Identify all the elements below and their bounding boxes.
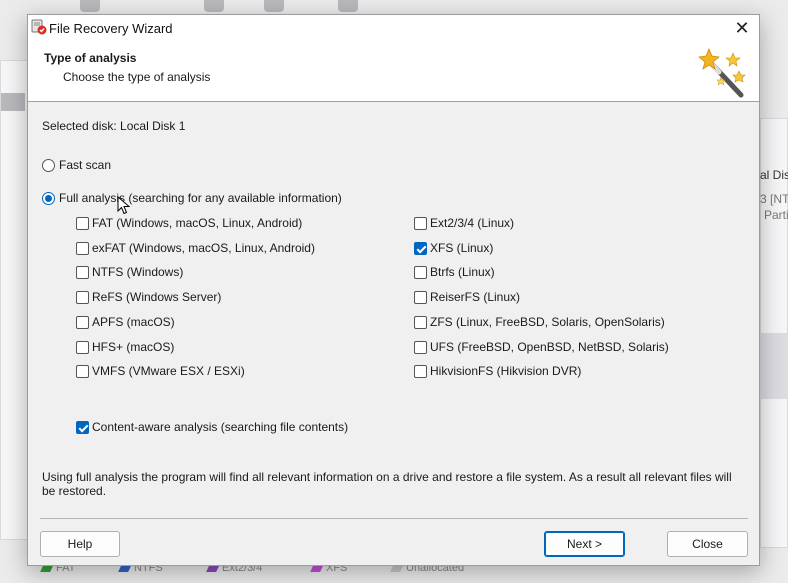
- checkbox-label: FAT (Windows, macOS, Linux, Android): [92, 216, 303, 230]
- drive-icon: [80, 0, 100, 12]
- checkbox-zfs[interactable]: ZFS (Linux, FreeBSD, Solaris, OpenSolari…: [414, 315, 665, 329]
- checkbox-exfat[interactable]: exFAT (Windows, macOS, Linux, Android): [76, 241, 315, 255]
- page-title: Type of analysis: [44, 51, 137, 65]
- checkbox[interactable]: [76, 364, 89, 378]
- checkbox-label: Btrfs (Linux): [430, 265, 495, 279]
- background-selected-item: [1, 93, 25, 111]
- background-left-panel: [0, 60, 30, 540]
- background-right-panel: [760, 118, 788, 548]
- wizard-header: Type of analysis Choose the type of anal…: [28, 41, 759, 102]
- checkbox-checked[interactable]: [76, 420, 89, 434]
- checkbox-ntfs[interactable]: NTFS (Windows): [76, 265, 183, 279]
- checkbox-label: UFS (FreeBSD, OpenBSD, NetBSD, Solaris): [430, 340, 669, 354]
- background-disk-partition: Parti: [764, 208, 788, 222]
- drive-icon: [338, 0, 358, 12]
- analysis-description: Using full analysis the program will fin…: [42, 470, 732, 498]
- checkbox-label: NTFS (Windows): [92, 265, 184, 279]
- checkbox-label: ZFS (Linux, FreeBSD, Solaris, OpenSolari…: [430, 315, 665, 329]
- checkbox[interactable]: [414, 340, 427, 354]
- checkbox[interactable]: [76, 241, 89, 255]
- checkbox-label: HFS+ (macOS): [92, 340, 175, 354]
- checkbox[interactable]: [76, 265, 89, 279]
- drive-icon: [264, 0, 284, 12]
- window-title: File Recovery Wizard: [49, 21, 173, 36]
- magic-wand-icon: [698, 47, 746, 98]
- checkbox-label: HikvisionFS (Hikvision DVR): [430, 364, 582, 378]
- close-icon: ✕: [734, 17, 750, 38]
- checkbox-label: Ext2/3/4 (Linux): [430, 216, 515, 230]
- checkbox-label: ReiserFS (Linux): [430, 290, 521, 304]
- next-button[interactable]: Next >: [544, 531, 625, 557]
- checkbox-apfs[interactable]: APFS (macOS): [76, 315, 175, 329]
- radio-label: Full analysis (searching for any availab…: [59, 191, 342, 205]
- background-disk-label: al Dis: [760, 168, 788, 182]
- radio-button-selected[interactable]: [42, 191, 55, 205]
- checkbox-ufs[interactable]: UFS (FreeBSD, OpenBSD, NetBSD, Solaris): [414, 340, 669, 354]
- checkbox[interactable]: [414, 315, 427, 329]
- radio-label: Fast scan: [59, 158, 112, 172]
- checkbox-fat[interactable]: FAT (Windows, macOS, Linux, Android): [76, 216, 302, 230]
- checkbox-content-aware[interactable]: Content-aware analysis (searching file c…: [76, 420, 348, 434]
- checkbox-label: VMFS (VMware ESX / ESXi): [92, 364, 245, 378]
- app-icon: [31, 19, 47, 35]
- checkbox[interactable]: [414, 216, 427, 230]
- checkbox-xfs[interactable]: XFS (Linux): [414, 241, 493, 255]
- checkbox[interactable]: [76, 290, 89, 304]
- radio-fast-scan[interactable]: Fast scan: [42, 158, 111, 172]
- checkbox-checked[interactable]: [414, 241, 427, 255]
- checkbox-vmfs[interactable]: VMFS (VMware ESX / ESXi): [76, 364, 245, 378]
- checkbox-label: APFS (macOS): [92, 315, 175, 329]
- checkbox[interactable]: [76, 216, 89, 230]
- checkbox-hfs[interactable]: HFS+ (macOS): [76, 340, 174, 354]
- page-subtitle: Choose the type of analysis: [63, 70, 211, 84]
- close-button[interactable]: Close: [667, 531, 748, 557]
- checkbox-reiserfs[interactable]: ReiserFS (Linux): [414, 290, 520, 304]
- close-window-button[interactable]: ✕: [725, 15, 759, 41]
- mouse-pointer-icon: [117, 196, 131, 215]
- checkbox[interactable]: [414, 265, 427, 279]
- background-disk-type: 3 [NT: [760, 192, 788, 206]
- radio-button[interactable]: [42, 158, 55, 172]
- help-button[interactable]: Help: [40, 531, 120, 557]
- checkbox[interactable]: [414, 364, 427, 378]
- checkbox[interactable]: [76, 315, 89, 329]
- checkbox-label: Content-aware analysis (searching file c…: [92, 420, 349, 434]
- checkbox[interactable]: [414, 290, 427, 304]
- checkbox-hikvisionfs[interactable]: HikvisionFS (Hikvision DVR): [414, 364, 581, 378]
- checkbox-label: XFS (Linux): [430, 241, 494, 255]
- checkbox-label: exFAT (Windows, macOS, Linux, Android): [92, 241, 315, 255]
- drive-icon: [204, 0, 224, 12]
- checkbox-refs[interactable]: ReFS (Windows Server): [76, 290, 221, 304]
- checkbox-btrfs[interactable]: Btrfs (Linux): [414, 265, 495, 279]
- checkbox-label: ReFS (Windows Server): [92, 290, 222, 304]
- title-bar[interactable]: File Recovery Wizard ✕: [28, 15, 759, 41]
- checkbox[interactable]: [76, 340, 89, 354]
- radio-full-analysis[interactable]: Full analysis (searching for any availab…: [42, 191, 342, 205]
- background-partition-block: [761, 333, 788, 399]
- footer-divider: [40, 518, 748, 519]
- selected-disk-label: Selected disk: Local Disk 1: [42, 119, 186, 133]
- checkbox-ext234[interactable]: Ext2/3/4 (Linux): [414, 216, 514, 230]
- file-recovery-wizard-dialog: File Recovery Wizard ✕ Type of analysis …: [27, 14, 760, 566]
